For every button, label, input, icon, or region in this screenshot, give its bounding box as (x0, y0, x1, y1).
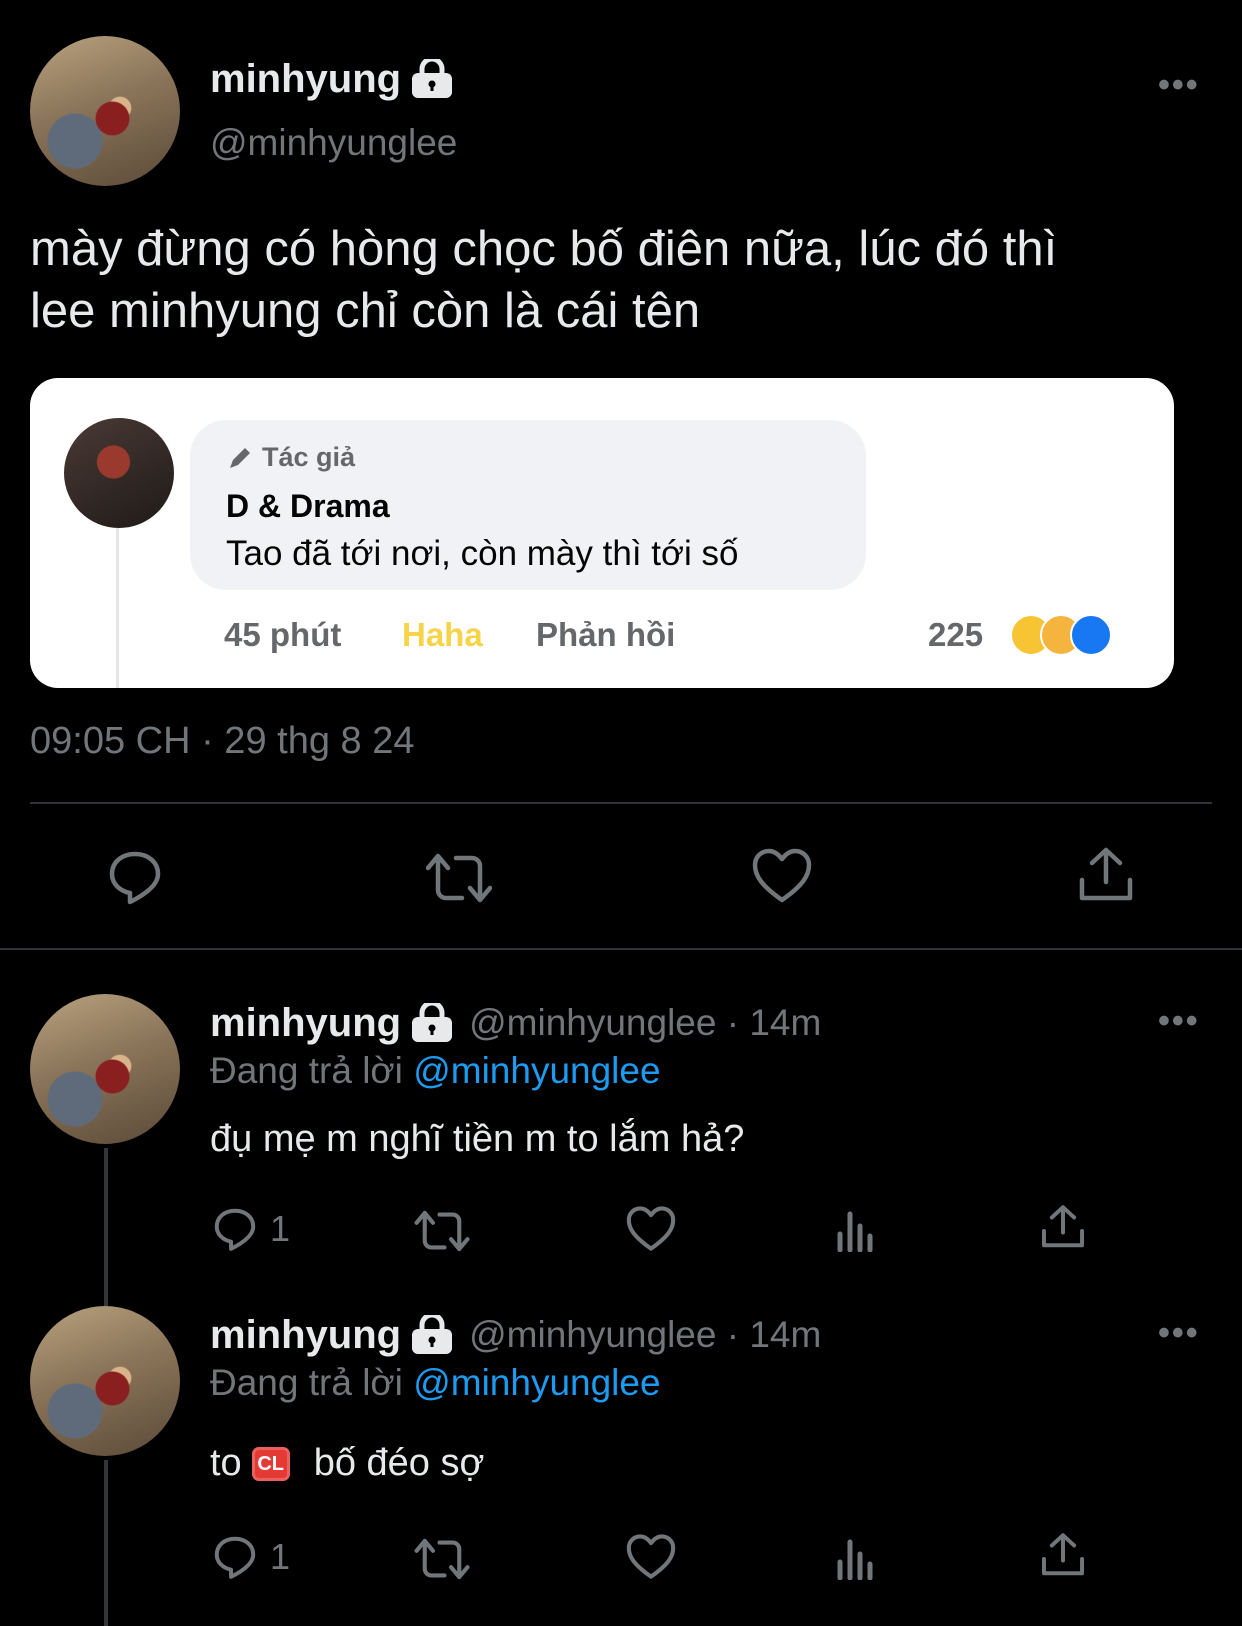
pencil-icon (230, 447, 250, 468)
more-options-icon[interactable]: ••• (1158, 1314, 1200, 1353)
reply-text-after: bố đéo sợ (313, 1442, 485, 1484)
reply-count: 1 (270, 1536, 291, 1577)
fb-commenter-avatar (64, 418, 174, 528)
reply-button[interactable]: 1 (212, 1206, 290, 1252)
fb-haha-link: Haha (402, 616, 483, 653)
divider (0, 948, 1242, 950)
share-button[interactable] (1078, 846, 1134, 904)
fb-comment-time: 45 phút (224, 616, 342, 653)
fb-comment-bubble: Tác giả D & Drama Tao đã tới nơi, còn mà… (190, 420, 866, 590)
share-button[interactable] (1040, 1204, 1086, 1250)
views-button[interactable] (834, 1536, 878, 1580)
replying-label: Đang trả lời (210, 1050, 403, 1091)
fb-reaction-icons (1010, 610, 1120, 656)
retweet-button[interactable] (414, 1208, 470, 1254)
reply-avatar[interactable] (30, 994, 180, 1144)
main-author-handle[interactable]: @minhyunglee (210, 122, 457, 164)
fb-thread-line (116, 528, 119, 688)
more-options-icon[interactable]: ••• (1158, 1002, 1200, 1041)
reply-text: to CL bố đéo sợ (210, 1442, 484, 1485)
views-icon (837, 1539, 873, 1580)
fb-commenter-name: D & Drama (226, 488, 390, 524)
views-icon (837, 1211, 873, 1252)
share-icon (1041, 1533, 1085, 1576)
reply-icon (214, 1536, 256, 1579)
views-button[interactable] (834, 1208, 878, 1252)
cl-emoji-icon: CL (251, 1446, 290, 1481)
lock-icon (411, 59, 453, 99)
replying-to-line: Đang trả lời @minhyunglee (210, 1050, 661, 1092)
reply-icon (109, 851, 161, 905)
fb-comment-text: Tao đã tới nơi, còn mày thì tới số (226, 534, 739, 573)
reply-icon (214, 1208, 256, 1251)
reply-author-name[interactable]: minhyung (210, 1001, 401, 1046)
reply-avatar[interactable] (30, 1306, 180, 1456)
reply-handle-time[interactable]: @minhyunglee · 14m (469, 1002, 821, 1044)
reply-count: 1 (270, 1208, 291, 1249)
main-author-line: minhyung (210, 54, 453, 104)
fb-reaction-count: 225 (928, 616, 984, 653)
reply-author-line: minhyung @minhyunglee · 14m (210, 998, 821, 1048)
like-button[interactable] (752, 848, 812, 904)
reply-text-before: to (210, 1442, 242, 1484)
reply-button[interactable]: 1 (212, 1534, 290, 1580)
main-tweet-timestamp[interactable]: 09:05 CH · 29 thg 8 24 (30, 720, 414, 763)
heart-icon (752, 848, 812, 903)
replying-label: Đang trả lời (210, 1362, 403, 1403)
more-options-icon[interactable]: ••• (1158, 66, 1200, 105)
replying-to-line: Đang trả lời @minhyunglee (210, 1362, 661, 1404)
reply-button[interactable] (106, 848, 164, 906)
fb-reply-link: Phản hồi (536, 616, 676, 653)
share-icon (1079, 847, 1133, 901)
replying-mention[interactable]: @minhyunglee (413, 1050, 660, 1091)
heart-icon (626, 1206, 676, 1251)
like-button[interactable] (626, 1206, 676, 1252)
share-icon (1041, 1205, 1085, 1248)
fb-author-badge: Tác giả (226, 442, 355, 473)
reply-text: đụ mẹ m nghĩ tiền m to lắm hả? (210, 1118, 745, 1160)
like-reaction-icon (1070, 614, 1112, 656)
reply-author-name[interactable]: minhyung (210, 1313, 401, 1358)
reply-handle-time[interactable]: @minhyunglee · 14m (469, 1314, 821, 1356)
main-tweet-text-line2: lee minhyung chỉ còn là cái tên (30, 284, 701, 338)
like-button[interactable] (626, 1534, 676, 1580)
main-avatar[interactable] (30, 36, 180, 186)
embedded-image-card[interactable]: Tác giả D & Drama Tao đã tới nơi, còn mà… (30, 378, 1174, 688)
retweet-icon (414, 1210, 470, 1252)
retweet-button[interactable] (426, 850, 492, 906)
retweet-icon (426, 853, 492, 903)
heart-icon (626, 1534, 676, 1579)
retweet-button[interactable] (414, 1536, 470, 1582)
divider (30, 802, 1212, 804)
share-button[interactable] (1040, 1532, 1086, 1578)
lock-icon (411, 1315, 453, 1355)
reply-author-line: minhyung @minhyunglee · 14m (210, 1310, 821, 1360)
main-author-name[interactable]: minhyung (210, 57, 401, 102)
retweet-icon (414, 1538, 470, 1580)
main-tweet-text: mày đừng có hòng chọc bố điên nữa, lúc đ… (30, 218, 1230, 342)
replying-mention[interactable]: @minhyunglee (413, 1362, 660, 1403)
main-tweet-text-line1: mày đừng có hòng chọc bố điên nữa, lúc đ… (30, 222, 1058, 276)
thread-line (104, 1460, 108, 1626)
thread-line (104, 1148, 108, 1306)
lock-icon (411, 1003, 453, 1043)
